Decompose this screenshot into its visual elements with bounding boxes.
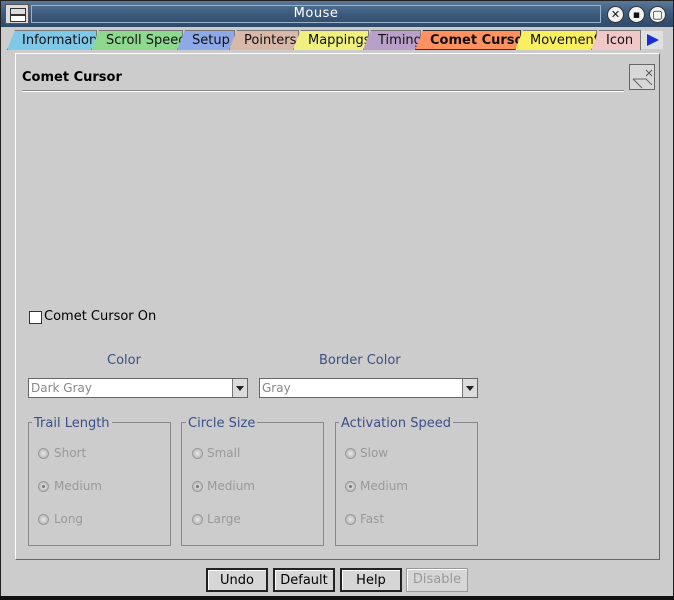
circle-medium-label: Medium [207, 479, 255, 493]
tab-setup[interactable]: Setup [177, 30, 235, 50]
restore-icon[interactable]: ▪ [628, 6, 645, 23]
title-bar[interactable]: Mouse ✕ ▪ ▢ [1, 1, 673, 27]
chevron-down-icon[interactable] [232, 379, 247, 397]
trail-medium-radio[interactable] [38, 481, 49, 492]
trail-length-title: Trail Length [32, 416, 112, 431]
activation-slow-radio[interactable] [345, 448, 356, 459]
mouse-window: Mouse ✕ ▪ ▢ Information Scroll Speed Set… [0, 0, 674, 600]
close-icon[interactable]: ✕ [607, 6, 624, 23]
tab-movement[interactable]: Movement [515, 30, 597, 50]
color-select-value: Dark Gray [31, 381, 92, 395]
tab-mappings[interactable]: Mappings [293, 30, 369, 50]
activation-speed-title: Activation Speed [339, 416, 453, 431]
trail-long-label: Long [54, 512, 84, 526]
circle-medium-radio[interactable] [192, 481, 203, 492]
tab-timing[interactable]: Timing [363, 30, 421, 50]
chevron-down-icon[interactable] [462, 379, 477, 397]
activation-medium-radio[interactable] [345, 481, 356, 492]
trail-long-radio[interactable] [38, 514, 49, 525]
disable-button[interactable]: Disable [406, 568, 468, 592]
comet-cursor-label[interactable]: Comet Cursor On [44, 309, 156, 324]
panel-title: Comet Cursor [22, 70, 122, 85]
divider [22, 90, 624, 92]
circle-large-radio[interactable] [192, 514, 203, 525]
undo-button[interactable]: Undo [206, 568, 268, 592]
tab-icon[interactable]: Icon [591, 30, 641, 50]
comet-cursor-checkbox[interactable] [29, 311, 42, 324]
activation-fast-radio[interactable] [345, 514, 356, 525]
tab-scroll-speed[interactable]: Scroll Speed [91, 30, 183, 50]
color-select[interactable]: Dark Gray [28, 378, 248, 398]
window-title: Mouse [31, 5, 601, 23]
border-color-label: Border Color [319, 353, 401, 368]
activation-slow-label: Slow [360, 446, 389, 460]
circle-small-label: Small [207, 446, 241, 460]
trail-medium-label: Medium [54, 479, 102, 493]
border-color-select[interactable]: Gray [259, 378, 478, 398]
window-menu-icon[interactable] [5, 4, 29, 24]
border-color-select-value: Gray [262, 381, 291, 395]
tab-scroll-right-icon[interactable] [641, 31, 663, 49]
default-button[interactable]: Default [273, 568, 335, 592]
circle-small-radio[interactable] [192, 448, 203, 459]
help-button[interactable]: Help [340, 568, 402, 592]
circle-size-title: Circle Size [186, 416, 258, 431]
color-label: Color [107, 353, 141, 368]
tab-bar: Information Scroll Speed Setup Pointers … [1, 28, 673, 52]
activation-medium-label: Medium [360, 479, 408, 493]
circle-large-label: Large [207, 512, 241, 526]
page-corner-icon[interactable] [629, 64, 655, 90]
trail-short-label: Short [54, 446, 87, 460]
tab-comet-cursor[interactable]: Comet Cursor [415, 30, 521, 50]
activation-fast-label: Fast [360, 512, 385, 526]
tab-pointers[interactable]: Pointers [229, 30, 299, 50]
trail-short-radio[interactable] [38, 448, 49, 459]
maximize-icon[interactable]: ▢ [649, 6, 666, 23]
tab-information[interactable]: Information [7, 30, 97, 50]
taskbar-edge [0, 596, 674, 600]
